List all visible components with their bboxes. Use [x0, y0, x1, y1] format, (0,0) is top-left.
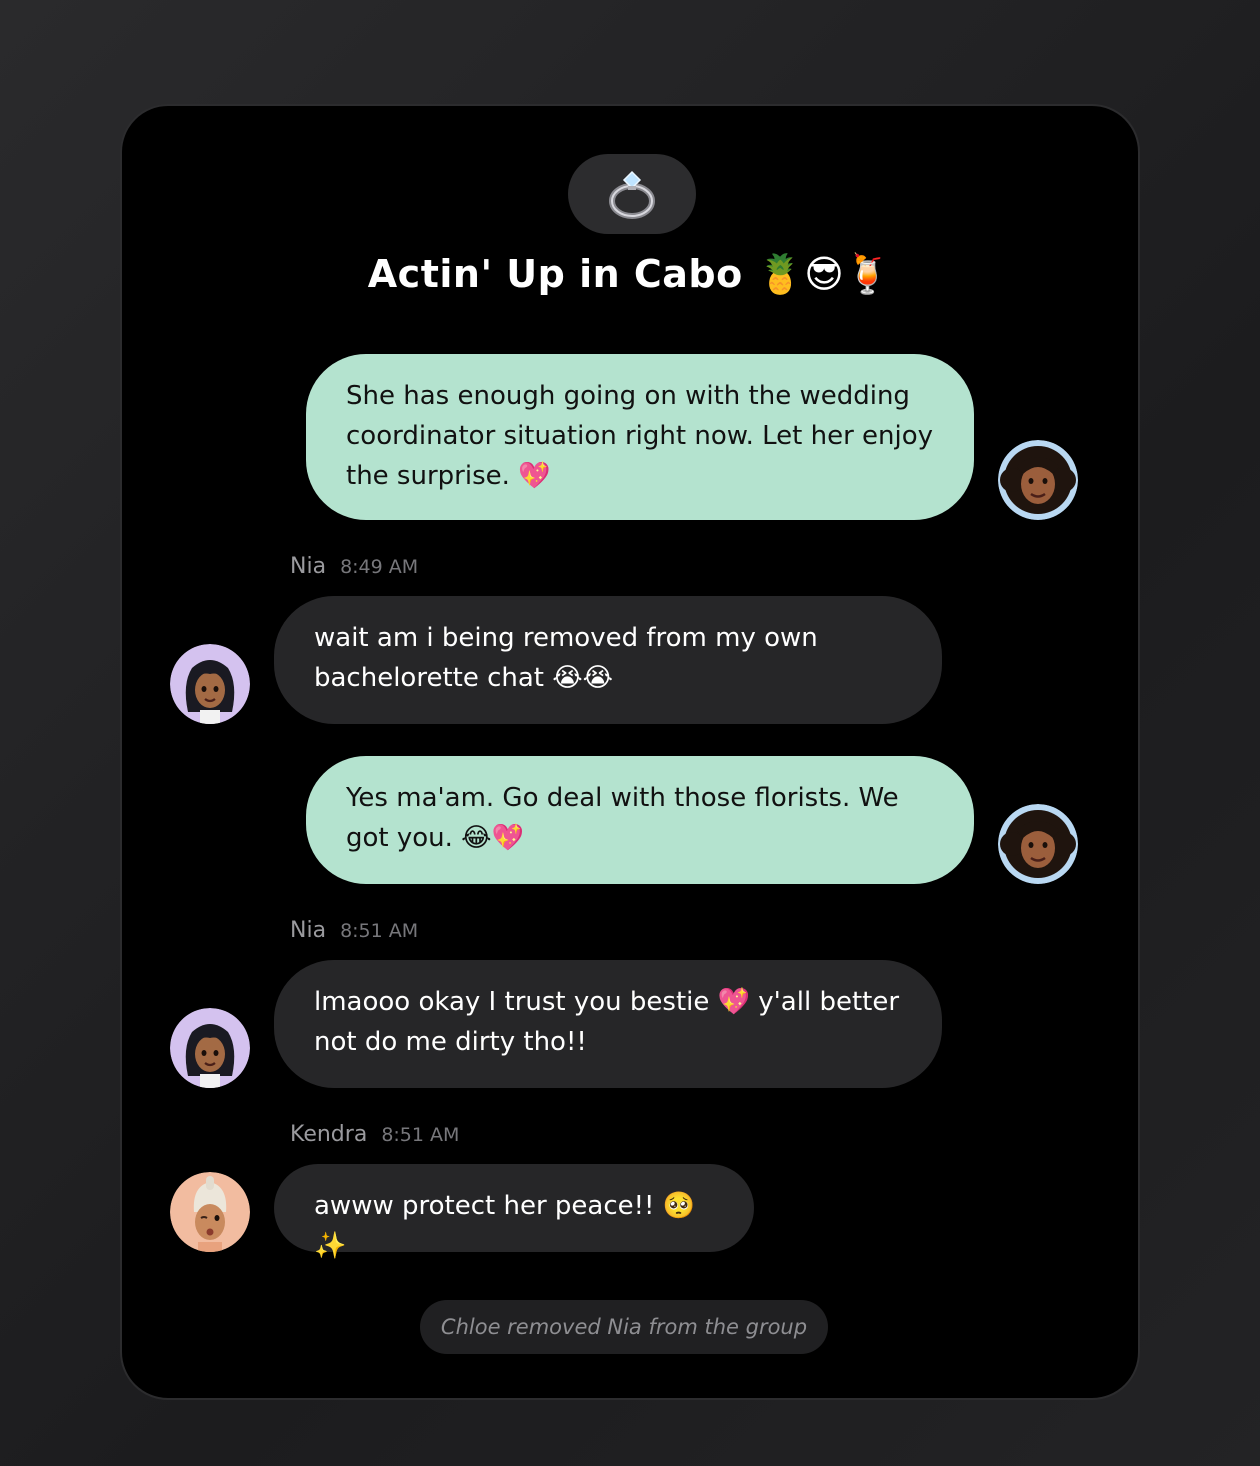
message-meta: Kendra 8:51 AM [290, 1122, 459, 1147]
group-title[interactable]: Actin' Up in Cabo 🍍😎🍹 [122, 252, 1138, 297]
system-message: Chloe removed Nia from the group [420, 1300, 828, 1354]
nia-avatar[interactable] [170, 1008, 250, 1088]
kendra-avatar[interactable] [170, 1172, 250, 1252]
sender-name: Kendra [290, 1122, 368, 1147]
sender-name: Nia [290, 918, 327, 943]
sender-name: Nia [290, 554, 327, 579]
nia-avatar[interactable] [170, 644, 250, 724]
incoming-message[interactable]: awww protect her peace!! 🥺✨ [274, 1164, 754, 1261]
my-avatar[interactable] [998, 440, 1078, 520]
incoming-message[interactable]: wait am i being removed from my own bach… [274, 596, 942, 724]
my-avatar[interactable] [998, 804, 1078, 884]
message-meta: Nia 8:49 AM [290, 554, 418, 579]
message-time: 8:49 AM [340, 556, 419, 578]
ring-icon [609, 170, 655, 219]
message-time: 8:51 AM [381, 1124, 460, 1146]
message-time: 8:51 AM [340, 920, 419, 942]
outgoing-message[interactable]: She has enough going on with the wedding… [306, 354, 974, 520]
outgoing-message[interactable]: Yes ma'am. Go deal with those florists. … [306, 756, 974, 884]
group-photo[interactable] [568, 154, 696, 234]
incoming-message[interactable]: lmaooo okay I trust you bestie 💖 y'all b… [274, 960, 942, 1088]
chat-panel: Actin' Up in Cabo 🍍😎🍹 She has enough goi… [120, 104, 1140, 1400]
message-meta: Nia 8:51 AM [290, 918, 418, 943]
